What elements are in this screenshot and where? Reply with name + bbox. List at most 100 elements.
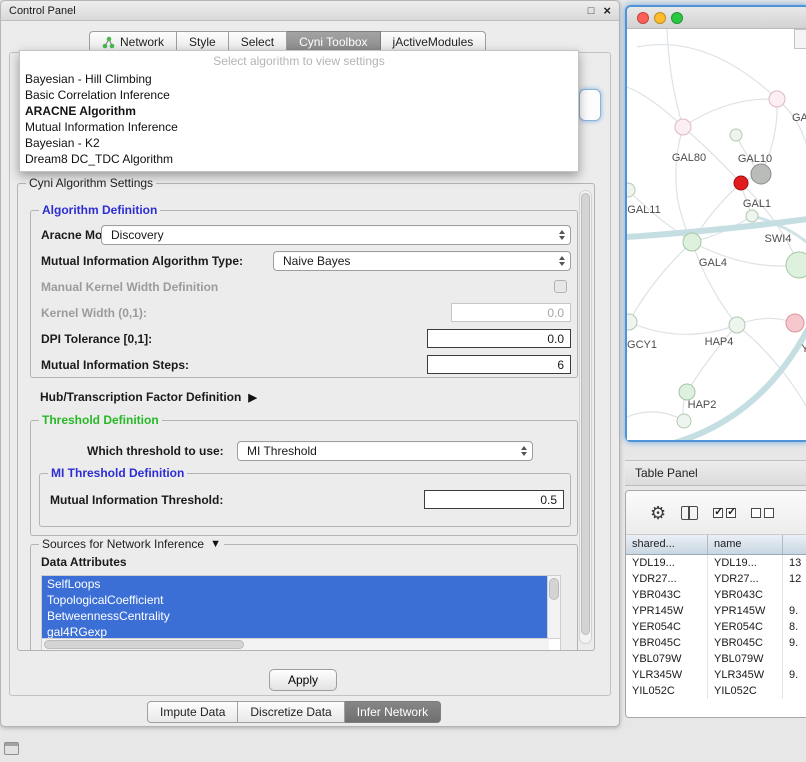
attributes-hscrollbar[interactable] <box>42 638 549 650</box>
mi-threshold-group: MI Threshold Definition Mutual Informati… <box>39 473 571 527</box>
column-header-name[interactable]: name <box>708 535 783 554</box>
network-node-node-a[interactable] <box>730 129 742 141</box>
hub-definition-toggle[interactable]: Hub/Transcription Factor Definition ▶ <box>40 390 257 404</box>
algorithm-option-basic-correlation-inference[interactable]: Basic Correlation Inference <box>20 87 578 103</box>
attribute-item-topologicalcoefficient[interactable]: TopologicalCoefficient <box>42 592 549 608</box>
algorithm-dropdown-popup: Select algorithm to view settings Bayesi… <box>19 50 579 172</box>
attributes-scrollbar[interactable] <box>547 576 560 639</box>
table-cell: 8. <box>783 619 806 635</box>
table-panel-title: Table Panel <box>625 460 806 486</box>
attribute-item-selfloops[interactable]: SelfLoops <box>42 576 549 592</box>
algorithm-option-bayesian-k2[interactable]: Bayesian - K2 <box>20 135 578 151</box>
attribute-item-betweennesscentrality[interactable]: BetweennessCentrality <box>42 608 549 624</box>
refresh-algorithms-button[interactable] <box>579 89 601 121</box>
network-edge <box>637 45 777 99</box>
table-row[interactable]: YDL19...YDL19...13 <box>626 555 806 571</box>
show-columns-icon[interactable] <box>713 508 736 518</box>
minimize-window-button[interactable] <box>654 12 666 24</box>
algorithm-definition-legend: Algorithm Definition <box>39 203 160 217</box>
kernel-width-row: Kernel Width (0,1): 0.0 <box>31 303 577 323</box>
sources-legend[interactable]: Sources for Network Inference ▼ <box>39 537 224 551</box>
tab-label: Discretize Data <box>250 705 331 719</box>
table-row[interactable]: YLR345WYLR345W9. <box>626 667 806 683</box>
network-node-node-low[interactable] <box>677 414 691 428</box>
network-window-titlebar[interactable] <box>627 7 806 29</box>
which-threshold-select[interactable]: MI Threshold <box>237 441 533 461</box>
algorithm-definition-group: Algorithm Definition Aracne Mode: Discov… <box>30 210 578 378</box>
mi-threshold-value: 0.5 <box>540 493 557 507</box>
algorithm-option-dream8-dc-tdc-algorithm[interactable]: Dream8 DC_TDC Algorithm <box>20 151 578 167</box>
network-node-node-rose[interactable] <box>786 314 804 332</box>
mi-threshold-row: Mutual Information Threshold: 0.5 <box>40 490 570 510</box>
network-node-node-mid[interactable] <box>729 317 745 333</box>
gear-icon[interactable]: ⚙ <box>650 504 666 522</box>
table-row[interactable]: YBL079WYBL079W <box>626 651 806 667</box>
float-window-icon[interactable]: □ <box>588 5 595 17</box>
algorithm-popup-list: Bayesian - Hill ClimbingBasic Correlatio… <box>20 71 578 167</box>
table-row[interactable]: YER054CYER054C8. <box>626 619 806 635</box>
table-cell: YBL079W <box>626 651 708 667</box>
algorithm-option-aracne-algorithm[interactable]: ARACNE Algorithm <box>20 103 578 119</box>
aracne-mode-select[interactable]: Discovery <box>101 225 571 245</box>
mi-threshold-input[interactable]: 0.5 <box>424 490 564 509</box>
network-node-red-node[interactable] <box>734 176 748 190</box>
table-cell: YPR145W <box>708 603 783 619</box>
network-node-gal80[interactable] <box>675 119 691 135</box>
hide-columns-icon[interactable] <box>751 508 774 518</box>
mi-steps-value: 6 <box>557 358 564 372</box>
attributes-hscrollbar-thumb[interactable] <box>44 640 244 649</box>
control-panel-titlebar[interactable]: Control Panel □ × <box>1 1 619 21</box>
algorithm-option-bayesian-hill-climbing[interactable]: Bayesian - Hill Climbing <box>20 71 578 87</box>
mi-steps-input[interactable]: 6 <box>427 355 571 374</box>
infer-tab-bar: Impute Data Discretize Data Infer Network <box>147 701 441 723</box>
network-node-gcy1[interactable] <box>627 314 637 330</box>
window-title: Control Panel <box>9 5 76 17</box>
mi-type-select[interactable]: Naive Bayes <box>273 251 571 271</box>
table-row[interactable]: YPR145WYPR145W9. <box>626 603 806 619</box>
cyni-settings-group: Cyni Algorithm Settings Algorithm Defini… <box>17 183 595 651</box>
kernel-width-input[interactable]: 0.0 <box>451 303 571 322</box>
close-window-icon[interactable]: × <box>603 5 611 16</box>
tab-impute-data[interactable]: Impute Data <box>147 701 238 723</box>
manual-kernel-row: Manual Kernel Width Definition <box>31 277 577 297</box>
network-node-gal10[interactable] <box>751 164 771 184</box>
table-toolbar: ⚙ <box>626 491 806 535</box>
zoom-window-button[interactable] <box>671 12 683 24</box>
columns-icon[interactable] <box>681 506 698 520</box>
network-node-hap2[interactable] <box>679 384 695 400</box>
network-node-node-top-right[interactable] <box>769 91 785 107</box>
data-attributes-list[interactable]: SelfLoopsTopologicalCoefficientBetweenne… <box>41 575 561 650</box>
manual-kernel-checkbox[interactable] <box>554 280 567 293</box>
network-canvas[interactable]: GAL80GAL10GAL11GAL1SWI4GAL4GCY1HAP4HAP2G… <box>627 29 806 440</box>
table-cell: YBL079W <box>708 651 783 667</box>
dpi-tolerance-row: DPI Tolerance [0,1]: 0.0 <box>31 329 577 349</box>
node-label-gal10: GAL10 <box>738 153 772 165</box>
algorithm-option-mutual-information-inference[interactable]: Mutual Information Inference <box>20 119 578 135</box>
column-header-col2[interactable] <box>783 535 806 554</box>
network-node-gal4[interactable] <box>683 233 701 251</box>
network-node-gal1[interactable] <box>746 210 758 222</box>
settings-scrollbar[interactable] <box>579 190 592 644</box>
network-edge <box>683 99 777 127</box>
table-row[interactable]: YDR27...YDR27...12 <box>626 571 806 587</box>
table-cell: YBR043C <box>708 587 783 603</box>
settings-scrollbar-thumb[interactable] <box>581 193 590 635</box>
table-row[interactable]: YBR045CYBR045C9. <box>626 635 806 651</box>
threshold-definition-group: Threshold Definition Which threshold to … <box>30 420 578 536</box>
table-row[interactable]: YIL052CYIL052C <box>626 683 806 699</box>
tab-infer-network[interactable]: Infer Network <box>345 701 441 723</box>
tab-label: Infer Network <box>357 705 428 719</box>
table-row[interactable]: YBR043CYBR043C <box>626 587 806 603</box>
tab-discretize-data[interactable]: Discretize Data <box>238 701 344 723</box>
apply-button[interactable]: Apply <box>269 669 337 691</box>
node-label-hap4: HAP4 <box>705 336 734 348</box>
attributes-scrollbar-thumb[interactable] <box>549 578 559 600</box>
sources-group: Sources for Network Inference ▼ Data Att… <box>30 544 578 650</box>
node-label-gal4: GAL4 <box>699 257 727 269</box>
dpi-tolerance-input[interactable]: 0.0 <box>427 329 571 348</box>
column-header-shared[interactable]: shared... <box>626 535 708 554</box>
minimized-panel-icon[interactable] <box>4 742 19 755</box>
mini-checkbox <box>726 508 736 518</box>
network-node-node-right-large[interactable] <box>786 252 806 278</box>
close-window-button[interactable] <box>637 12 649 24</box>
